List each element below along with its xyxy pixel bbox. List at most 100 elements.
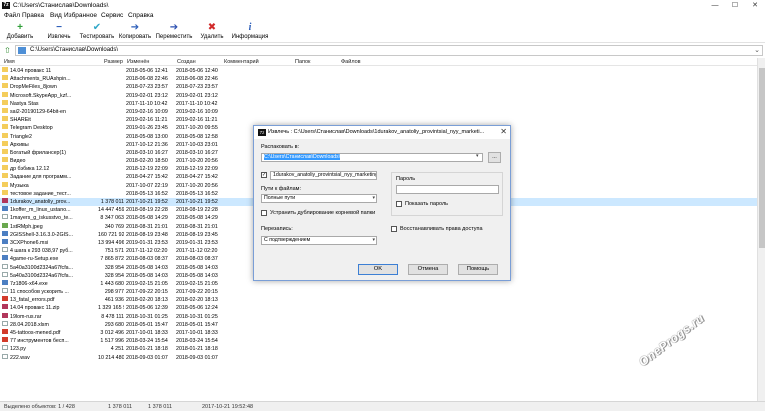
folder-icon <box>2 116 8 122</box>
column-comment[interactable]: Комментарий <box>224 59 259 65</box>
column-name[interactable]: Имя <box>4 59 15 65</box>
column-created[interactable]: Создан <box>177 59 196 65</box>
table-row[interactable]: Nastya Stas 2017-11-10 10:42 2017-11-10 10… <box>0 99 765 108</box>
menu-favorites[interactable]: Избранное <box>64 12 97 19</box>
file-size: 1 443 680 <box>100 280 124 287</box>
file-modified: 2018-02-20 18:50 <box>126 158 168 165</box>
test-label: Тестировать <box>79 34 115 40</box>
show-password-checkbox[interactable] <box>396 201 402 207</box>
file-name: sai2-20190129-64bit-en <box>10 108 66 115</box>
scrollbar-thumb[interactable] <box>759 68 765 248</box>
vertical-scrollbar[interactable] <box>757 58 765 401</box>
file-modified: 2018-05-08 14:03 <box>126 264 168 271</box>
menu-edit[interactable]: Правка <box>22 12 44 19</box>
remove-duplicate-checkbox[interactable] <box>261 210 267 216</box>
cancel-button[interactable]: Отмена <box>408 264 448 275</box>
file-modified: 2018-05-08 14:29 <box>126 215 168 222</box>
file-name: 1mayers_g_iskusstvo_te... <box>10 215 73 222</box>
menu-file[interactable]: Файл <box>4 12 20 19</box>
table-row[interactable]: SHAREit 2019-02-16 11:21 2019-02-16 11:21 <box>0 116 765 124</box>
table-row[interactable]: Attachments_RUAshpin... 2018-06-08 22:46 2… <box>0 75 765 83</box>
file-name: 3CXPhone6.msi <box>10 239 49 246</box>
menu-help[interactable]: Справка <box>128 12 154 19</box>
file-icon <box>2 304 8 310</box>
file-created: 2018-05-08 12:58 <box>176 133 218 140</box>
restore-rights-checkbox[interactable] <box>391 226 397 232</box>
file-size: 4 251 <box>110 346 124 353</box>
file-created: 2018-05-08 14:29 <box>176 215 218 222</box>
table-row[interactable]: 13_fatal_errors.pdf 461 936 2018-02-20 18:… <box>0 296 765 304</box>
copy-button[interactable]: ➔ Копировать <box>118 22 152 43</box>
up-folder-icon[interactable]: ⇧ <box>4 46 13 55</box>
password-input[interactable] <box>396 185 499 194</box>
column-files[interactable]: Файлов <box>341 59 361 65</box>
file-name: Видео <box>10 158 26 165</box>
file-modified: 2019-02-16 11:21 <box>126 117 168 124</box>
move-button[interactable]: ➔ Переместить <box>154 22 194 43</box>
file-icon <box>2 214 8 220</box>
file-created: 2018-08-31 21:01 <box>176 223 218 230</box>
add-button[interactable]: + Добавить <box>5 22 35 43</box>
paths-select[interactable]: Полные пути ▾ <box>261 194 377 203</box>
table-row[interactable]: 45-tattoos-mened.pdf 3 012 496 2017-10-01 … <box>0 329 765 337</box>
address-input[interactable]: C:\Users\Станислав\Downloads\ ⌄ <box>15 45 763 56</box>
close-icon[interactable]: ✕ <box>745 0 765 11</box>
delete-icon: ✖ <box>207 22 217 33</box>
table-row[interactable]: 77 инструментов бесп... 1 517 996 2018-03-… <box>0 337 765 345</box>
column-modified[interactable]: Изменён <box>127 59 149 65</box>
test-icon: ✔ <box>92 22 102 33</box>
minimize-icon[interactable]: — <box>705 0 725 11</box>
test-button[interactable]: ✔ Тестировать <box>79 22 115 43</box>
table-row[interactable]: 19lom-rus.rar 8 478 111 2018-10-31 01:25 20… <box>0 312 765 321</box>
extract-icon: − <box>56 22 62 33</box>
folder-icon <box>2 124 8 130</box>
file-created: 2018-05-08 14:03 <box>176 264 218 271</box>
table-row[interactable]: 11 способов ускорить ... 298 977 2017-09-2… <box>0 288 765 296</box>
table-row[interactable]: 28.04.2018.xlsm 293 680 2018-05-01 15:47 20… <box>0 320 765 329</box>
status-packed-size: 1 378 011 <box>148 404 173 410</box>
info-button[interactable]: i Информация <box>230 22 270 43</box>
delete-button[interactable]: ✖ Удалить <box>198 22 226 43</box>
folder-icon <box>2 91 8 97</box>
file-size: 298 977 <box>104 289 124 296</box>
file-size: 461 936 <box>104 297 124 304</box>
help-button[interactable]: Помощь <box>458 264 498 275</box>
table-row[interactable]: 7z1806-x64.exe 1 443 680 2019-02-15 21:05 2… <box>0 279 765 288</box>
file-size: 3 012 496 <box>100 330 124 336</box>
file-name: тестовое задание_тест... <box>10 190 71 197</box>
overwrite-select[interactable]: С подтверждением ▾ <box>261 236 377 245</box>
file-modified: 2019-01-26 23:45 <box>126 125 168 132</box>
extract-path-input[interactable]: C:\Users\Станислав\Downloads\ <box>261 153 483 162</box>
column-size[interactable]: Размер <box>104 59 123 65</box>
menu-view[interactable]: Вид <box>50 12 62 19</box>
file-created: 2018-01-21 18:18 <box>176 346 218 353</box>
file-created: 2019-02-16 11:21 <box>176 117 218 124</box>
table-row[interactable]: 14.04 провакс 11.zip1 329 165 9712018-05… <box>0 304 765 312</box>
copy-label: Копировать <box>118 34 152 40</box>
extract-button[interactable]: − Извлечь <box>44 22 74 43</box>
table-row[interactable]: sai2-20190129-64bit-en 2019-02-16 10:09 20… <box>0 107 765 116</box>
table-row[interactable]: DropMeFiles_8jown 2018-07-23 23:57 2018-07… <box>0 83 765 91</box>
column-folders[interactable]: Папок <box>295 59 310 65</box>
chevron-down-icon[interactable]: ▾ <box>476 153 479 159</box>
file-created: 2018-05-06 12:40 <box>176 68 218 74</box>
maximize-icon[interactable]: ☐ <box>725 0 745 11</box>
file-size: 751 571 <box>104 248 124 255</box>
folder-icon <box>2 148 8 154</box>
file-icon <box>2 345 8 351</box>
file-created: 2018-08-03 08:37 <box>176 256 218 263</box>
browse-button[interactable]: ... <box>488 152 501 163</box>
menu-tools[interactable]: Сервис <box>101 12 123 19</box>
file-modified: 2019-01-31 23:53 <box>126 239 168 246</box>
chevron-down-icon[interactable]: ⌄ <box>754 46 760 54</box>
folder-icon <box>2 140 8 146</box>
file-size: 10 214 480 <box>98 354 124 361</box>
dialog-close-icon[interactable]: ✕ <box>500 127 507 136</box>
file-created: 2019-01-31 23:53 <box>176 239 218 246</box>
table-row[interactable]: Microsoft.SkypeApp_kzf... 2019-02-01 23:1… <box>0 91 765 100</box>
subfolder-input[interactable]: 1durakov_anatoliy_provintsial_nyy_market… <box>270 171 377 180</box>
ok-button[interactable]: OK <box>358 264 398 275</box>
table-row[interactable]: 14.04 провакс 11 2018-05-06 12:41 2018-05-… <box>0 67 765 75</box>
subfolder-checkbox[interactable]: ✓ <box>261 172 267 178</box>
file-name: SHAREit <box>10 117 31 124</box>
